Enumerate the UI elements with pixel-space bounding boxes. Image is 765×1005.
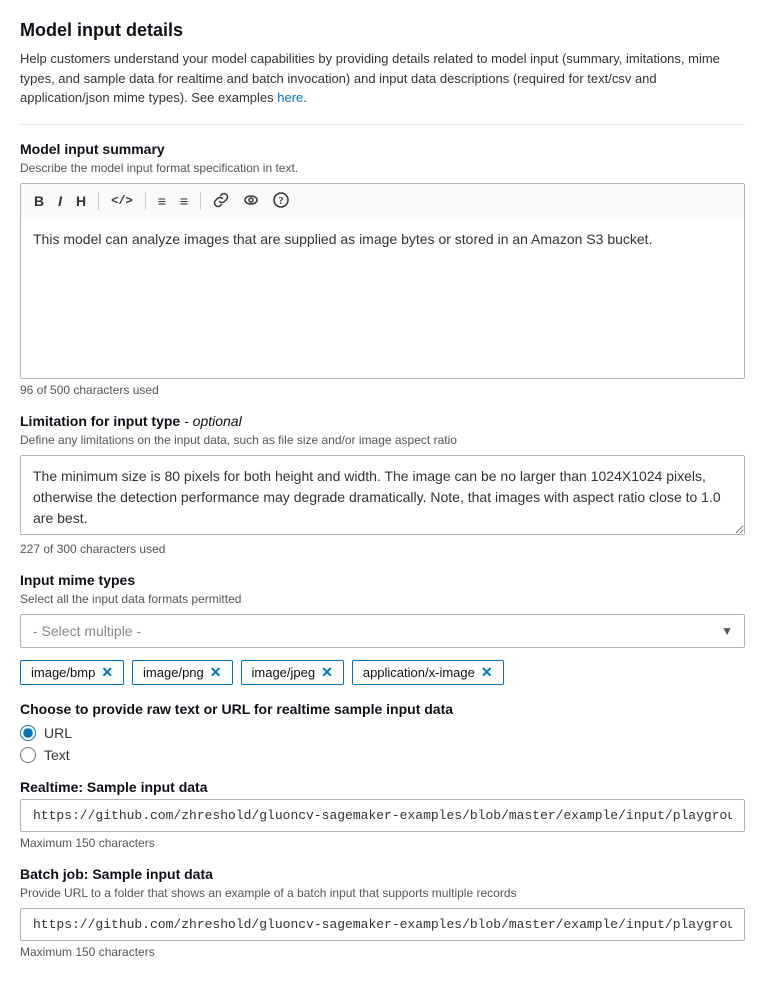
radio-text-label[interactable]: Text — [44, 747, 70, 763]
toolbar-preview-button[interactable] — [238, 190, 264, 213]
radio-text[interactable] — [20, 747, 36, 763]
limitation-sublabel: Define any limitations on the input data… — [20, 433, 745, 447]
toolbar-bold-button[interactable]: B — [29, 191, 49, 211]
mime-tags: image/bmp ✕ image/png ✕ image/jpeg ✕ app… — [20, 660, 745, 685]
mime-tag-ximage-remove[interactable]: ✕ — [481, 665, 493, 679]
toolbar-code-button[interactable]: </> — [106, 192, 138, 210]
page-description: Help customers understand your model cap… — [20, 49, 745, 108]
limitation-textarea[interactable] — [20, 455, 745, 535]
toolbar-ol-button[interactable]: ≡ — [175, 191, 193, 211]
batch-sublabel: Provide URL to a folder that shows an ex… — [20, 886, 745, 900]
mime-tag-png-remove[interactable]: ✕ — [210, 665, 222, 679]
radio-option-text[interactable]: Text — [20, 747, 745, 763]
toolbar-separator-3 — [200, 192, 201, 210]
page-container: Model input details Help customers under… — [0, 0, 765, 1005]
limitation-label: Limitation for input type - optional — [20, 413, 745, 429]
mime-tag-png: image/png ✕ — [132, 660, 232, 685]
radio-url-label[interactable]: URL — [44, 725, 72, 741]
summary-char-count: 96 of 500 characters used — [20, 383, 745, 397]
batch-section: Batch job: Sample input data Provide URL… — [20, 866, 745, 959]
mime-tag-bmp: image/bmp ✕ — [20, 660, 124, 685]
realtime-section: Realtime: Sample input data Maximum 150 … — [20, 779, 745, 850]
mime-label: Input mime types — [20, 572, 745, 588]
mime-tag-jpeg: image/jpeg ✕ — [241, 660, 344, 685]
mime-tag-jpeg-remove[interactable]: ✕ — [321, 665, 333, 679]
toolbar-italic-button[interactable]: I — [53, 191, 67, 211]
help-icon: ? — [273, 192, 289, 208]
mime-sublabel: Select all the input data formats permit… — [20, 592, 745, 606]
mime-section: Input mime types Select all the input da… — [20, 572, 745, 685]
page-title: Model input details — [20, 20, 745, 41]
batch-label: Batch job: Sample input data — [20, 866, 745, 882]
sample-type-label: Choose to provide raw text or URL for re… — [20, 701, 745, 717]
toolbar-link-button[interactable] — [208, 190, 234, 213]
toolbar-separator-1 — [98, 192, 99, 210]
mime-tag-ximage: application/x-image ✕ — [352, 660, 504, 685]
toolbar-heading-button[interactable]: H — [71, 191, 91, 211]
eye-icon — [243, 192, 259, 208]
toolbar-help-button[interactable]: ? — [268, 190, 294, 213]
batch-max-chars: Maximum 150 characters — [20, 945, 745, 959]
radio-option-url[interactable]: URL — [20, 725, 745, 741]
summary-label: Model input summary — [20, 141, 745, 157]
summary-sublabel: Describe the model input format specific… — [20, 161, 745, 175]
toolbar-separator-2 — [145, 192, 146, 210]
summary-section: Model input summary Describe the model i… — [20, 141, 745, 397]
limitation-section: Limitation for input type - optional Def… — [20, 413, 745, 556]
summary-text-area[interactable]: This model can analyze images that are s… — [20, 219, 745, 379]
realtime-max-chars: Maximum 150 characters — [20, 836, 745, 850]
link-icon — [213, 192, 229, 208]
section-divider — [20, 124, 745, 125]
rich-text-toolbar: B I H </> ≡ ≡ — [20, 183, 745, 219]
svg-text:?: ? — [279, 196, 284, 207]
toolbar-ul-button[interactable]: ≡ — [153, 191, 171, 211]
sample-type-section: Choose to provide raw text or URL for re… — [20, 701, 745, 763]
realtime-label: Realtime: Sample input data — [20, 779, 745, 795]
realtime-input[interactable] — [20, 799, 745, 832]
mime-tag-bmp-remove[interactable]: ✕ — [101, 665, 113, 679]
optional-label: - optional — [184, 413, 242, 429]
examples-link[interactable]: here — [277, 90, 303, 105]
mime-select-wrapper: - Select multiple - ▼ — [20, 614, 745, 648]
radio-url[interactable] — [20, 725, 36, 741]
limitation-char-count: 227 of 300 characters used — [20, 542, 745, 556]
mime-select[interactable]: - Select multiple - — [20, 614, 745, 648]
batch-input[interactable] — [20, 908, 745, 941]
